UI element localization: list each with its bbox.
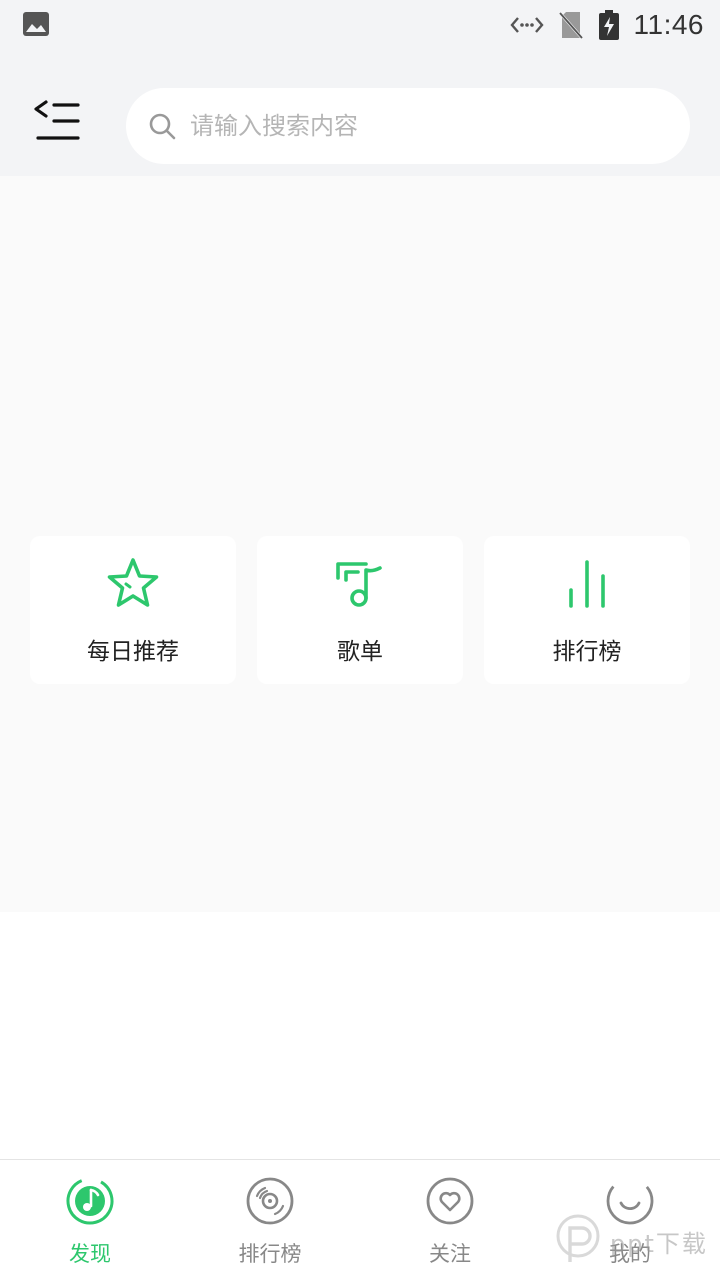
watermark: ppt下载 [552, 1210, 712, 1270]
battery-charging-icon [598, 10, 619, 40]
entry-rankings[interactable]: 排行榜 [484, 536, 690, 684]
search-icon [149, 113, 176, 140]
entry-playlist[interactable]: 歌单 [257, 536, 463, 684]
image-icon [23, 12, 49, 36]
quick-entry-row: 每日推荐 歌单 排行榜 [30, 536, 690, 684]
tab-label: 关注 [429, 1242, 471, 1266]
music-disc-icon [66, 1177, 114, 1225]
search-input[interactable] [190, 112, 630, 140]
status-icons: 11:46 [509, 0, 705, 50]
menu-collapse-icon[interactable] [30, 98, 86, 154]
tab-label: 发现 [69, 1242, 111, 1266]
status-bar: 11:46 [0, 0, 720, 50]
tab-rankings[interactable]: 排行榜 [180, 1160, 360, 1280]
search-bar[interactable] [126, 88, 690, 164]
watermark-text: ppt下载 [610, 1230, 708, 1258]
entry-label: 歌单 [337, 639, 383, 665]
vinyl-icon [246, 1177, 294, 1225]
header [0, 50, 720, 176]
entry-label: 每日推荐 [87, 639, 179, 665]
watermark-logo-icon [556, 1214, 600, 1262]
entry-label: 排行榜 [552, 639, 622, 665]
heart-circle-icon [426, 1177, 474, 1225]
star-icon [107, 558, 159, 607]
tab-discover[interactable]: 发现 [0, 1160, 180, 1280]
playlist-icon [336, 562, 382, 607]
main-content: 每日推荐 歌单 排行榜 [0, 176, 720, 912]
data-transfer-icon [509, 17, 544, 33]
no-sim-icon [558, 12, 583, 39]
bars-icon [569, 560, 605, 608]
clock: 11:46 [633, 9, 704, 40]
tab-follow[interactable]: 关注 [360, 1160, 540, 1280]
entry-daily-recommend[interactable]: 每日推荐 [30, 536, 236, 684]
tab-label: 排行榜 [238, 1242, 302, 1266]
